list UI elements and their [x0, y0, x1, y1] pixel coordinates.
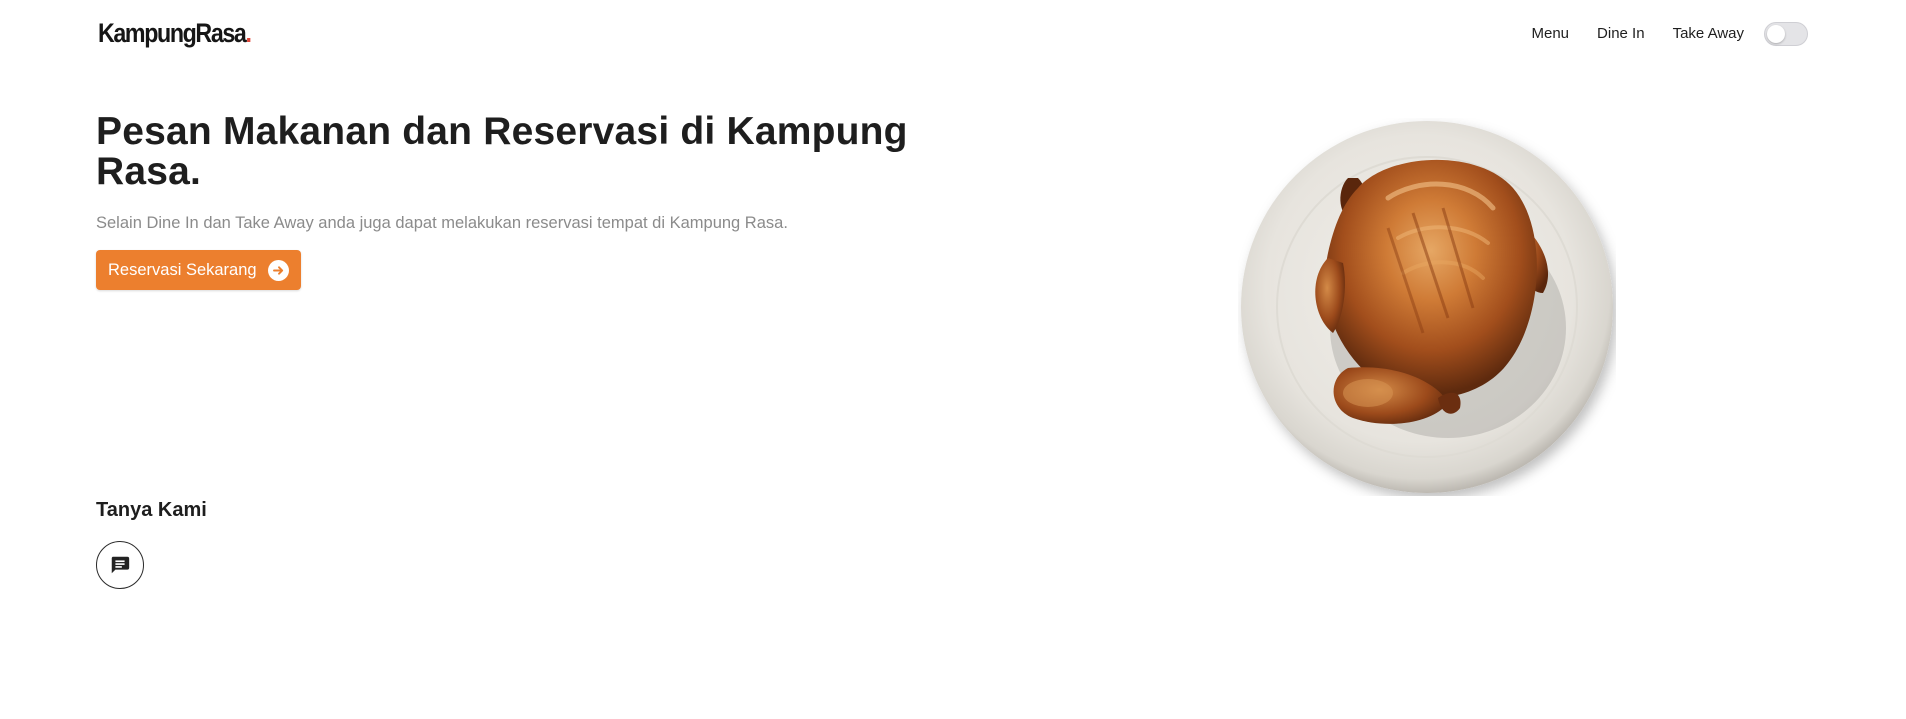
reservation-button-label: Reservasi Sekarang — [108, 260, 257, 279]
nav-link-dine-in[interactable]: Dine In — [1597, 20, 1645, 48]
brand-name: KampungRasa — [98, 18, 247, 48]
page: KampungRasa. Menu Dine In Take Away Pesa… — [0, 0, 1906, 719]
chat-message-icon — [111, 556, 130, 574]
contact-title: Tanya Kami — [96, 499, 207, 521]
roast-chicken-illustration — [1241, 121, 1613, 493]
theme-toggle[interactable] — [1764, 22, 1808, 46]
chat-button[interactable] — [96, 541, 144, 589]
brand-logo[interactable]: KampungRasa. — [98, 15, 252, 51]
reservation-button[interactable]: Reservasi Sekarang — [96, 250, 301, 290]
toggle-knob — [1767, 25, 1785, 43]
nav-link-menu[interactable]: Menu — [1532, 20, 1570, 48]
top-nav: Menu Dine In Take Away — [1504, 20, 1808, 48]
arrow-right-circle-icon — [267, 259, 289, 281]
brand-dot: . — [245, 18, 251, 48]
hero-title: Pesan Makanan dan Reservasi di Kampung R… — [96, 110, 908, 193]
nav-link-take-away[interactable]: Take Away — [1673, 20, 1744, 48]
hero-food-image — [1238, 118, 1616, 496]
hero-subtitle: Selain Dine In dan Take Away anda juga d… — [96, 214, 788, 232]
